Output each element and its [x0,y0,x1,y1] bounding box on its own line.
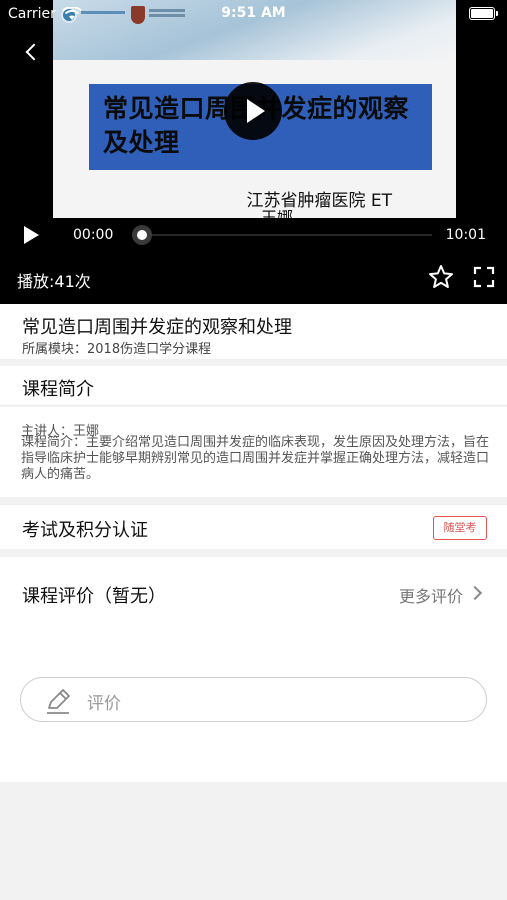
pencil-icon [47,689,70,714]
intro-body: 主讲人：王娜 课程简介：主要介绍常见造口周围并发症的临床表现，发生原因及处理方法… [0,407,507,497]
comment-placeholder: 评价 [87,694,121,714]
comment-input[interactable]: 评价 [20,677,487,722]
back-button[interactable] [16,37,47,68]
quiz-badge-button[interactable]: 随堂考 [433,516,487,540]
review-section: 课程评价（暂无） 更多评价 评价 [0,557,507,782]
intro-header: 课程简介 [0,366,507,406]
progress-thumb[interactable] [132,225,152,245]
exam-section[interactable]: 考试及积分认证 随堂考 [0,505,507,549]
battery-icon [469,7,498,20]
chevron-right-icon[interactable] [467,585,483,601]
more-reviews-link[interactable]: 更多评价 [399,583,463,607]
course-module: 所属模块：2018伤造口学分课程 [22,342,212,357]
slide-subtitle: 江苏省肿瘤医院 ET [246,191,392,211]
status-bar: Carrier 9:51 AM [0,0,507,28]
play-overlay-button[interactable] [224,82,282,140]
review-heading: 课程评价（暂无） [22,586,166,607]
total-time: 10:01 [445,227,486,243]
course-title: 常见造口周围并发症的观察和处理 [22,317,292,338]
exam-heading: 考试及积分认证 [22,520,148,541]
slide-presenter: 王娜 [261,210,301,218]
favorite-star-icon[interactable] [428,264,454,290]
current-time: 00:00 [73,227,114,243]
intro-heading: 课程简介 [22,379,94,400]
play-count: 播放:41次 [17,272,91,291]
course-info: 常见造口周围并发症的观察和处理 所属模块：2018伤造口学分课程 [0,304,507,359]
player-controls: 00:00 10:01 [0,218,507,254]
video-player[interactable]: Carrier 9:51 AM 常见造口周围并发症的观察及处理 江苏省肿瘤医院 … [0,0,507,304]
play-icon[interactable] [24,226,39,244]
status-time: 9:51 AM [221,5,286,21]
intro-description: 课程简介：主要介绍常见造口周围并发症的临床表现，发生原因及处理方法，旨在指导临床… [21,435,490,482]
progress-bar[interactable] [132,234,432,236]
fullscreen-icon[interactable] [473,266,495,288]
